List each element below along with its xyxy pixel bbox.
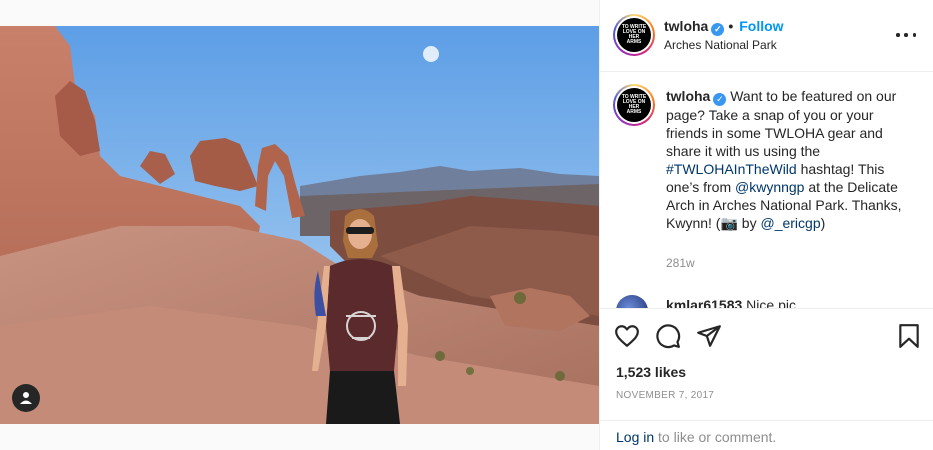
mention-link[interactable]: @_ericgp <box>760 215 820 231</box>
commenter-username[interactable]: kmlar61583 <box>666 297 742 308</box>
post-header: TO WRITE LOVE ON HER ARMS twloha ✓ • Follow… <box>600 0 933 72</box>
post-caption: twloha ✓ Want to be featured on our page?… <box>666 88 902 231</box>
share-button[interactable] <box>696 323 722 349</box>
author-avatar[interactable]: TO WRITE LOVE ON HER ARMS <box>613 14 655 56</box>
bookmark-icon <box>899 324 919 348</box>
login-prompt: Log in to like or comment. <box>616 429 777 445</box>
login-link[interactable]: Log in <box>616 429 654 445</box>
comment-icon <box>656 324 681 349</box>
post-photo[interactable] <box>0 26 599 424</box>
action-bar <box>600 308 933 360</box>
author-username[interactable]: twloha <box>664 18 708 34</box>
hashtag-link[interactable]: #TWLOHAInTheWild <box>666 161 797 177</box>
user-tag-button[interactable] <box>12 384 40 412</box>
avatar-logo: TO WRITE LOVE ON HER ARMS <box>617 88 651 122</box>
post-side-panel: TO WRITE LOVE ON HER ARMS twloha ✓ • Follow… <box>599 0 933 450</box>
save-button[interactable] <box>896 323 922 349</box>
login-prompt-bar: Log in to like or comment. <box>600 420 933 450</box>
verified-badge-icon: ✓ <box>711 23 725 36</box>
separator-dot: • <box>728 18 734 34</box>
more-options-icon[interactable] <box>896 27 916 43</box>
post-date[interactable]: NOVEMBER 7, 2017 <box>616 390 714 401</box>
commenter-avatar[interactable] <box>616 295 648 308</box>
camera-icon: 📷 <box>720 215 738 231</box>
caption-author-avatar[interactable]: TO WRITE LOVE ON HER ARMS <box>613 84 655 126</box>
verified-badge-icon: ✓ <box>713 93 727 106</box>
likes-count[interactable]: 1,523 likes <box>616 364 686 380</box>
avatar-logo: TO WRITE LOVE ON HER ARMS <box>617 18 651 52</box>
user-tag-icon <box>20 392 32 404</box>
comment-text: kmlar61583 Nice pic <box>666 297 796 308</box>
comments-section[interactable]: TO WRITE LOVE ON HER ARMS twloha ✓ Want t… <box>600 73 933 308</box>
post-media-area <box>0 0 599 450</box>
caption-username[interactable]: twloha <box>666 88 710 104</box>
like-button[interactable] <box>614 323 640 349</box>
post-photo-image <box>0 26 599 424</box>
comment-button[interactable] <box>655 323 681 349</box>
follow-button[interactable]: Follow <box>739 18 783 34</box>
post-location[interactable]: Arches National Park <box>664 38 777 52</box>
share-icon <box>697 325 721 347</box>
heart-icon <box>615 325 639 347</box>
caption-timestamp[interactable]: 281w <box>666 256 695 270</box>
mention-link[interactable]: @kwynngp <box>735 179 804 195</box>
